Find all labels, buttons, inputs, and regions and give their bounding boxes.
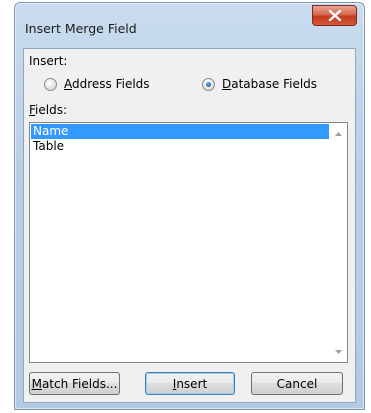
dialog-body: Insert: Address Fields Database Fields F… — [23, 48, 356, 403]
list-item-name[interactable]: Name — [31, 124, 329, 139]
insert-button[interactable]: Insert — [145, 372, 235, 395]
insert-button-label: Insert — [172, 376, 208, 391]
insert-label: Insert: — [29, 54, 68, 68]
fields-label: Fields: — [29, 103, 67, 117]
cancel-button[interactable]: Cancel — [251, 372, 343, 395]
chevron-down-icon — [335, 349, 342, 354]
address-fields-label: Address Fields — [64, 77, 150, 91]
address-fields-radio[interactable]: Address Fields — [44, 77, 150, 91]
insert-merge-field-dialog: Insert Merge Field Insert: Address Field… — [14, 2, 365, 410]
radio-address-indicator[interactable] — [44, 77, 57, 91]
match-fields-button[interactable]: Match Fields... — [29, 372, 120, 395]
list-item-table[interactable]: Table — [31, 139, 329, 154]
close-icon — [328, 10, 341, 21]
scroll-down-button[interactable] — [330, 343, 347, 360]
chevron-up-icon — [335, 131, 342, 136]
database-fields-radio[interactable]: Database Fields — [202, 77, 317, 91]
cancel-button-label: Cancel — [276, 376, 318, 391]
scroll-up-button[interactable] — [330, 125, 347, 142]
close-button[interactable] — [312, 5, 357, 26]
database-fields-label: Database Fields — [222, 77, 318, 91]
fields-list: Name Table — [31, 124, 329, 154]
fields-listbox[interactable]: Name Table — [29, 122, 348, 363]
match-fields-label: Match Fields... — [31, 376, 118, 391]
vertical-scrollbar[interactable] — [330, 123, 347, 362]
dialog-title: Insert Merge Field — [25, 21, 137, 36]
radio-database-indicator[interactable] — [202, 77, 215, 91]
title-bar[interactable]: Insert Merge Field — [15, 3, 364, 39]
